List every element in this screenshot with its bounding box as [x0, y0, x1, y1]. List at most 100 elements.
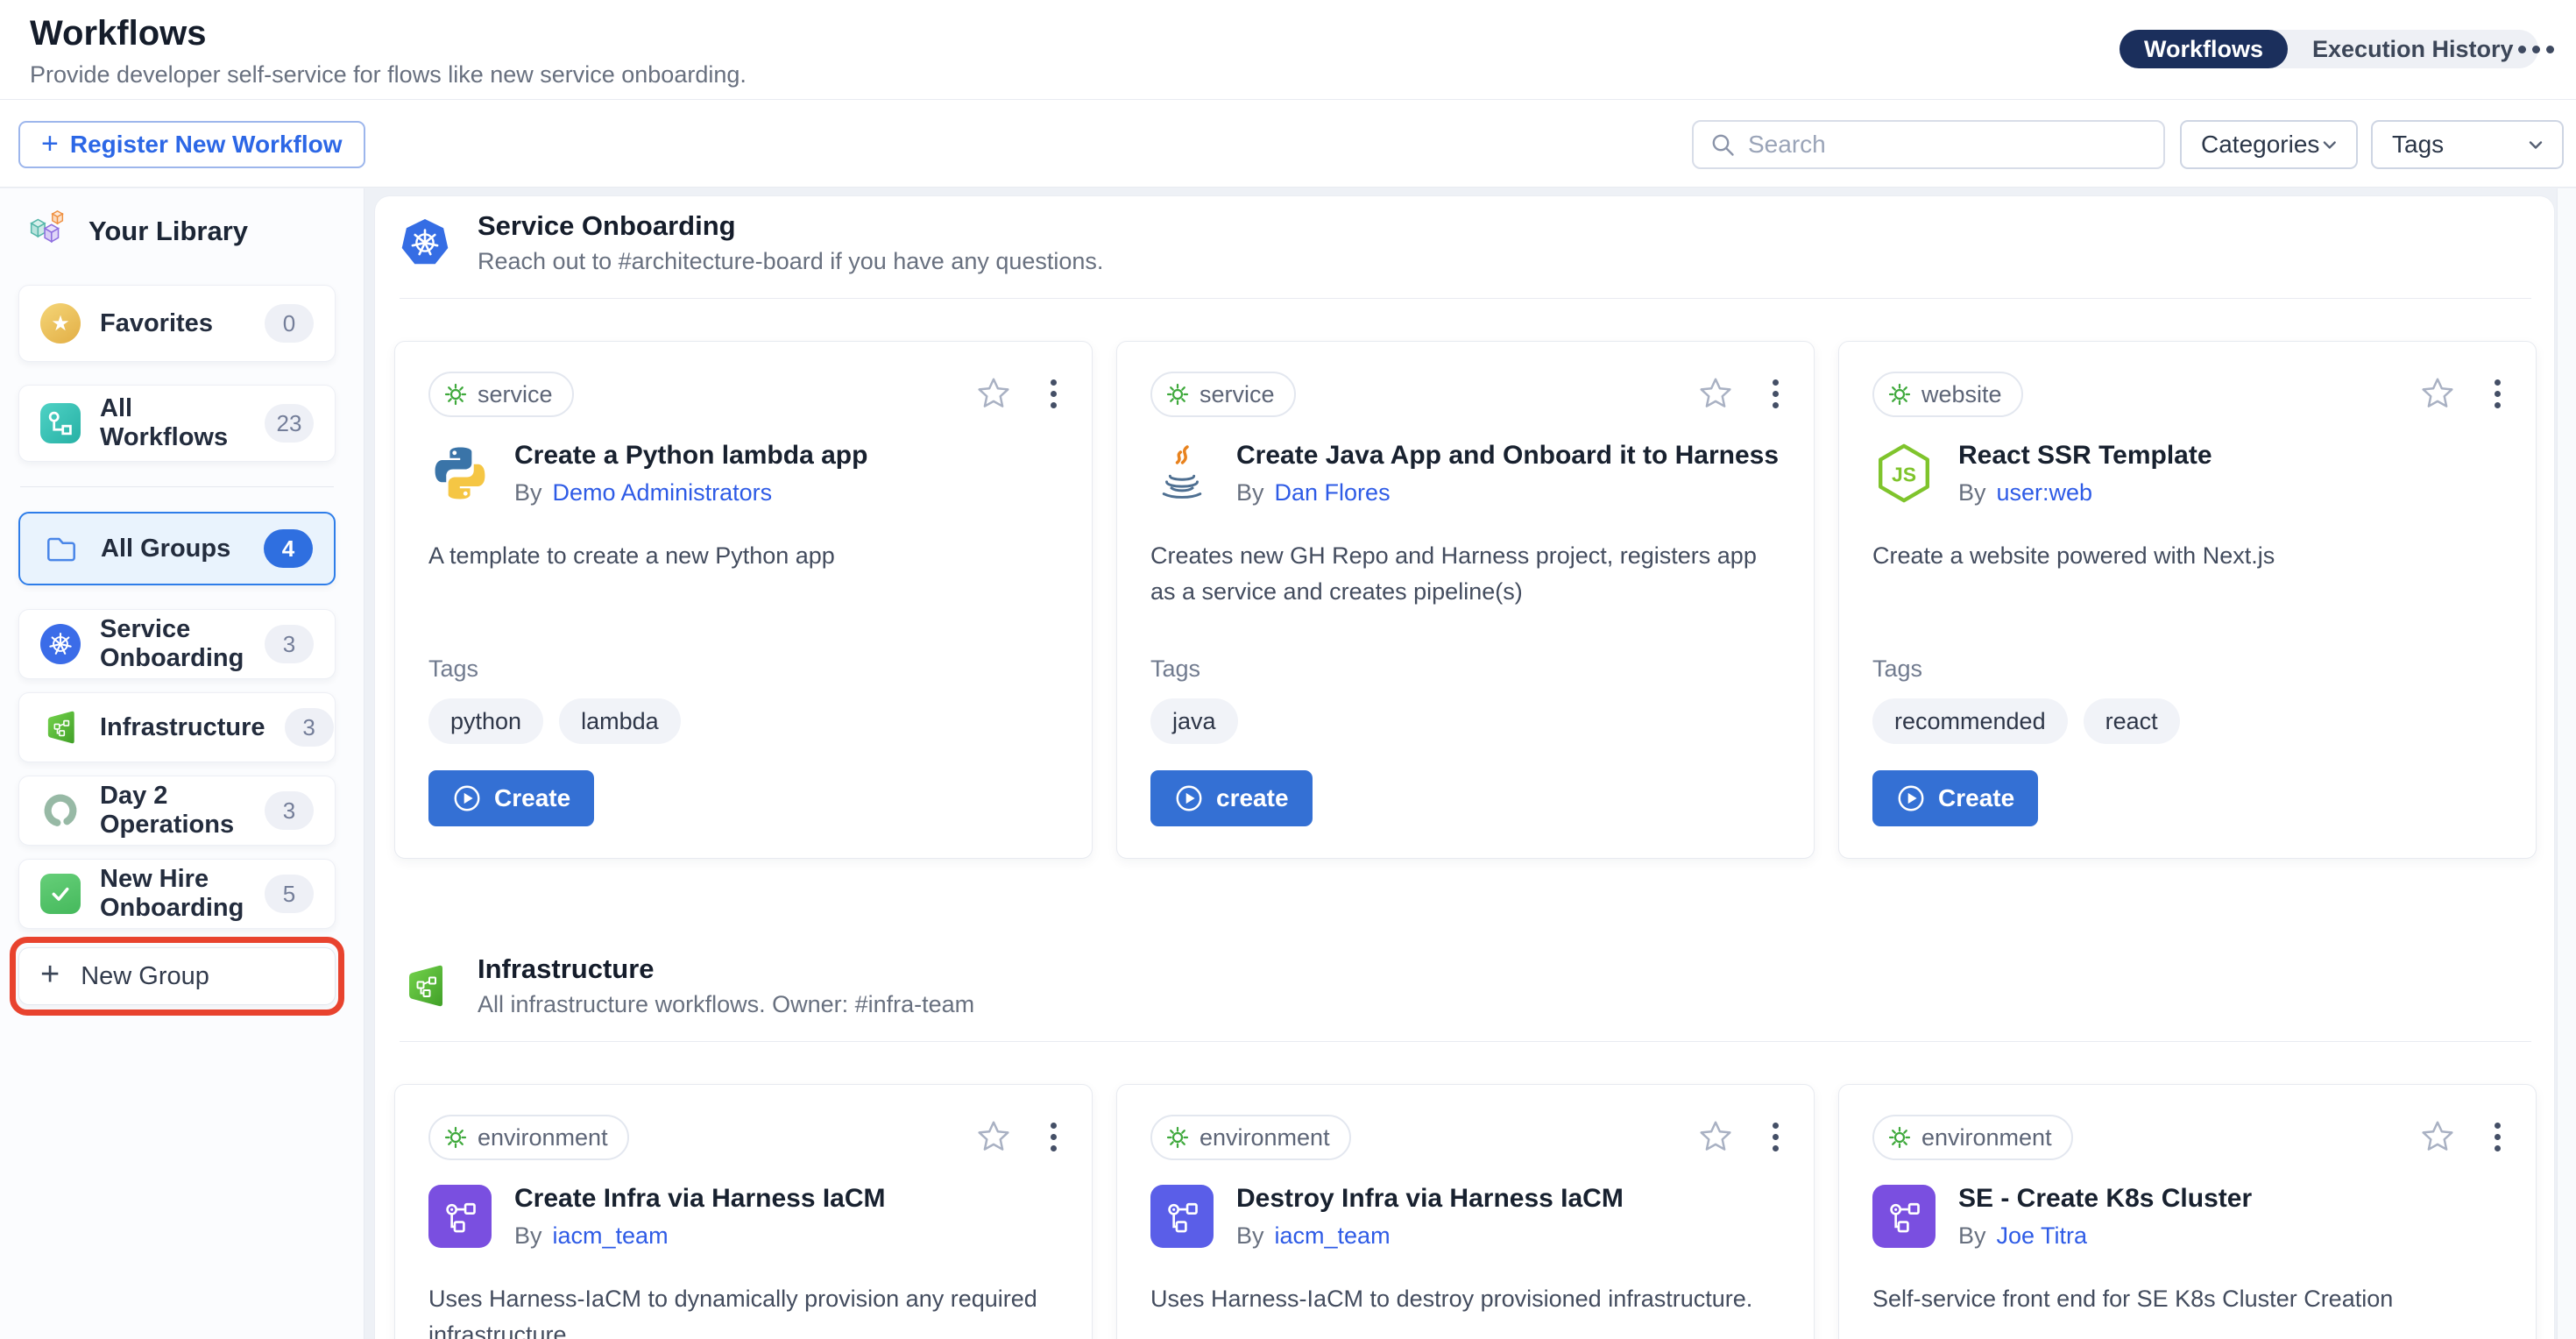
card-title: Destroy Infra via Harness IaCM	[1236, 1184, 1624, 1214]
card-description: Uses Harness-IaCM to destroy provisioned…	[1150, 1281, 1780, 1317]
search-icon	[1709, 131, 1736, 158]
count-badge: 23	[265, 404, 314, 443]
tag-pill[interactable]: java	[1150, 698, 1238, 744]
section-subtitle: Reach out to #architecture-board if you …	[478, 248, 1103, 275]
by-label: By	[1236, 479, 1264, 507]
sidebar-item-day-2-operations[interactable]: Day 2 Operations 3	[18, 776, 336, 846]
sidebar-item-all-workflows[interactable]: All Workflows 23	[18, 385, 336, 462]
scrollbar-gutter[interactable]	[2557, 188, 2576, 1339]
sidebar-item-label: Service Onboarding	[100, 615, 245, 673]
search-input[interactable]	[1748, 131, 2148, 159]
sidebar-item-favorites[interactable]: ★ Favorites 0	[18, 285, 336, 362]
by-label: By	[1958, 479, 1986, 507]
favorite-star-icon[interactable]	[1697, 1118, 1734, 1155]
by-label: By	[1236, 1222, 1264, 1250]
categories-label: Categories	[2201, 131, 2319, 159]
tags-dropdown-label: Tags	[2392, 131, 2444, 159]
section-infrastructure: Infrastructure All infrastructure workfl…	[375, 939, 2554, 1339]
iacm-sitemap-icon	[1872, 1185, 1936, 1248]
infrastructure-icon	[400, 961, 449, 1010]
workflow-icon	[40, 403, 81, 443]
sidebar-item-service-onboarding[interactable]: Service Onboarding 3	[18, 609, 336, 679]
new-group-label: New Group	[81, 962, 209, 991]
type-badge[interactable]: environment	[1872, 1115, 2073, 1160]
card-description: A template to create a new Python app	[428, 538, 1058, 574]
author-link[interactable]: Dan Flores	[1275, 479, 1391, 507]
tag-pill[interactable]: python	[428, 698, 543, 744]
plus-icon: +	[41, 129, 59, 159]
type-badge[interactable]: service	[428, 372, 574, 417]
tab-execution-history[interactable]: Execution History	[2288, 30, 2538, 68]
author-link[interactable]: iacm_team	[1275, 1222, 1391, 1250]
create-label: create	[1216, 784, 1289, 812]
by-label: By	[514, 479, 542, 507]
author-link[interactable]: user:web	[1997, 479, 2093, 507]
workflow-card: service Create a Python lambda app	[394, 341, 1093, 859]
tab-workflows[interactable]: Workflows	[2120, 30, 2288, 68]
more-menu-icon[interactable]	[2518, 46, 2554, 53]
card-title: SE - Create K8s Cluster	[1958, 1184, 2252, 1214]
tag-pill[interactable]: recommended	[1872, 698, 2068, 744]
sidebar-item-all-groups[interactable]: All Groups 4	[18, 512, 336, 585]
sidebar-item-label: New Hire Onboarding	[100, 865, 245, 923]
tags-dropdown[interactable]: Tags	[2371, 120, 2564, 169]
sidebar-item-label: Infrastructure	[100, 713, 265, 742]
kebab-menu-icon[interactable]	[1049, 378, 1058, 410]
section-divider	[400, 1041, 2531, 1042]
by-label: By	[514, 1222, 542, 1250]
play-icon	[1174, 783, 1204, 813]
gear-icon	[443, 1125, 468, 1150]
page-subtitle: Provide developer self-service for flows…	[30, 61, 747, 89]
by-label: By	[1958, 1222, 1986, 1250]
sidebar-item-label: All Groups	[101, 535, 244, 563]
favorite-star-icon[interactable]	[2419, 1118, 2456, 1155]
nodejs-logo-icon	[1872, 442, 1936, 505]
sidebar-item-label: Day 2 Operations	[100, 782, 245, 840]
library-title: Your Library	[88, 216, 248, 247]
kebab-menu-icon[interactable]	[2493, 1121, 2502, 1153]
create-button[interactable]: create	[1150, 770, 1313, 826]
count-badge: 0	[265, 304, 314, 343]
card-title: Create Java App and Onboard it to Harnes…	[1236, 441, 1779, 471]
register-new-workflow-button[interactable]: + Register New Workflow	[18, 121, 365, 168]
sidebar-divider	[20, 486, 334, 487]
card-description: Self-service front end for SE K8s Cluste…	[1872, 1281, 2502, 1317]
card-title: React SSR Template	[1958, 441, 2212, 471]
kebab-menu-icon[interactable]	[2493, 378, 2502, 410]
sidebar-item-infrastructure[interactable]: Infrastructure 3	[18, 692, 336, 762]
sidebar-item-label: All Workflows	[100, 394, 245, 452]
new-group-button[interactable]: + New Group	[18, 947, 336, 1005]
type-badge[interactable]: environment	[428, 1115, 629, 1160]
section-title: Infrastructure	[478, 953, 974, 985]
kebab-menu-icon[interactable]	[1771, 378, 1780, 410]
favorite-star-icon[interactable]	[975, 1118, 1012, 1155]
create-button[interactable]: Create	[428, 770, 594, 826]
create-button[interactable]: Create	[1872, 770, 2038, 826]
gear-icon	[1887, 1125, 1912, 1150]
main-content: Service Onboarding Reach out to #archite…	[365, 188, 2576, 1339]
type-badge[interactable]: website	[1872, 372, 2023, 417]
type-badge[interactable]: environment	[1150, 1115, 1351, 1160]
type-badge[interactable]: service	[1150, 372, 1296, 417]
section-title: Service Onboarding	[478, 210, 1103, 242]
author-link[interactable]: iacm_team	[553, 1222, 669, 1250]
tag-pill[interactable]: react	[2084, 698, 2180, 744]
iacm-sitemap-icon	[428, 1185, 492, 1248]
type-badge-label: service	[1200, 381, 1275, 408]
author-link[interactable]: Demo Administrators	[553, 479, 773, 507]
type-badge-label: environment	[1921, 1124, 2052, 1151]
kebab-menu-icon[interactable]	[1771, 1121, 1780, 1153]
favorite-star-icon[interactable]	[1697, 375, 1734, 412]
card-description: Creates new GH Repo and Harness project,…	[1150, 538, 1780, 609]
create-label: Create	[494, 784, 570, 812]
favorite-star-icon[interactable]	[975, 375, 1012, 412]
count-badge: 3	[265, 791, 314, 830]
author-link[interactable]: Joe Titra	[1997, 1222, 2088, 1250]
favorite-star-icon[interactable]	[2419, 375, 2456, 412]
search-box[interactable]	[1692, 120, 2165, 169]
page-title: Workflows	[30, 14, 207, 53]
kebab-menu-icon[interactable]	[1049, 1121, 1058, 1153]
sidebar-item-new-hire-onboarding[interactable]: New Hire Onboarding 5	[18, 859, 336, 929]
categories-dropdown[interactable]: Categories	[2180, 120, 2358, 169]
tag-pill[interactable]: lambda	[559, 698, 681, 744]
